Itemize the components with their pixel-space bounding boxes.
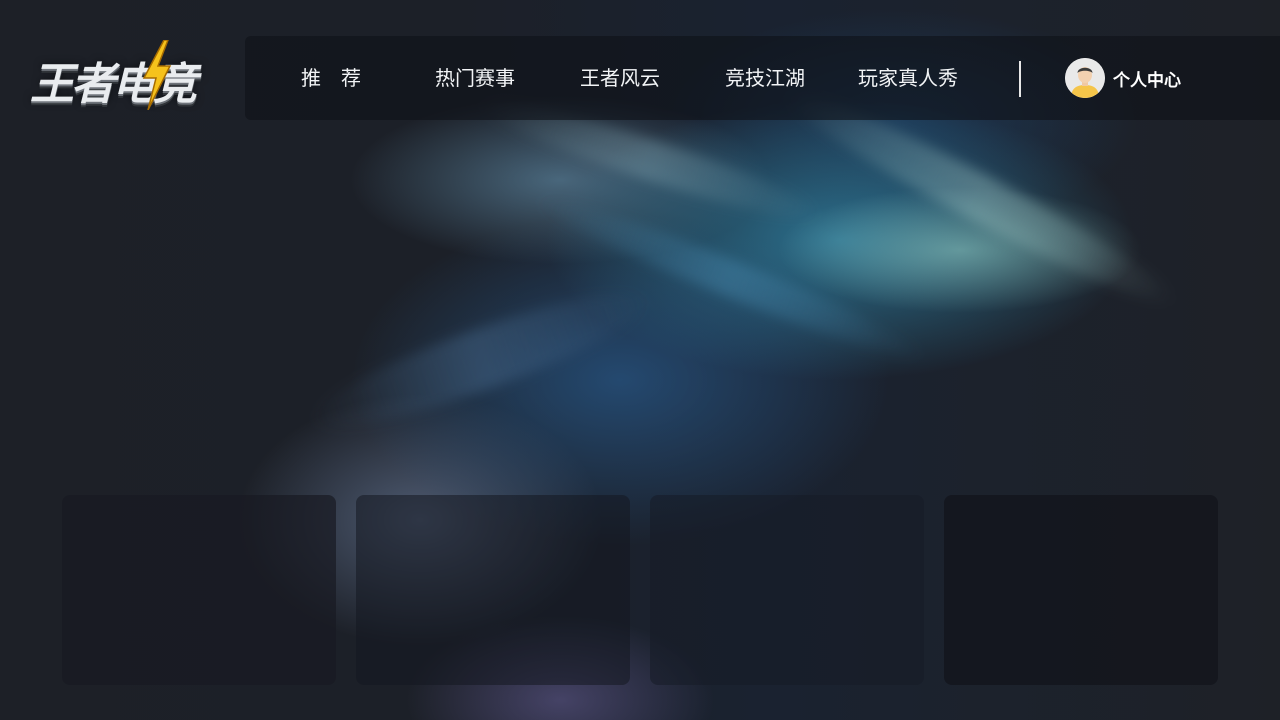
top-navigation-bar: 推 荐 热门赛事 王者风云 竞技江湖 玩家真人秀 个人中心 [245, 36, 1280, 120]
content-card[interactable] [650, 495, 924, 685]
profile-center-label: 个人中心 [1113, 70, 1181, 91]
profile-center-button[interactable]: 个人中心 [1065, 56, 1181, 100]
app-logo[interactable]: 王者电竞 [26, 40, 236, 120]
nav-item-arena[interactable]: 竞技江湖 [715, 36, 815, 120]
content-card[interactable] [62, 495, 336, 685]
nav-item-label: 玩家真人秀 [858, 66, 958, 90]
lightning-bolt-icon [142, 40, 172, 110]
nav-item-player-show[interactable]: 玩家真人秀 [848, 36, 968, 120]
nav-item-king-news[interactable]: 王者风云 [570, 36, 670, 120]
nav-item-label: 推 荐 [301, 66, 361, 90]
nav-item-hot-events[interactable]: 热门赛事 [425, 36, 525, 120]
content-card[interactable] [944, 495, 1218, 685]
nav-item-label: 王者风云 [580, 66, 660, 90]
nav-divider [1019, 61, 1021, 97]
nav-item-label: 热门赛事 [435, 66, 515, 90]
nav-item-label: 竞技江湖 [725, 66, 805, 90]
nav-item-recommend[interactable]: 推 荐 [285, 36, 377, 120]
user-avatar-icon [1065, 58, 1105, 98]
content-card[interactable] [356, 495, 630, 685]
